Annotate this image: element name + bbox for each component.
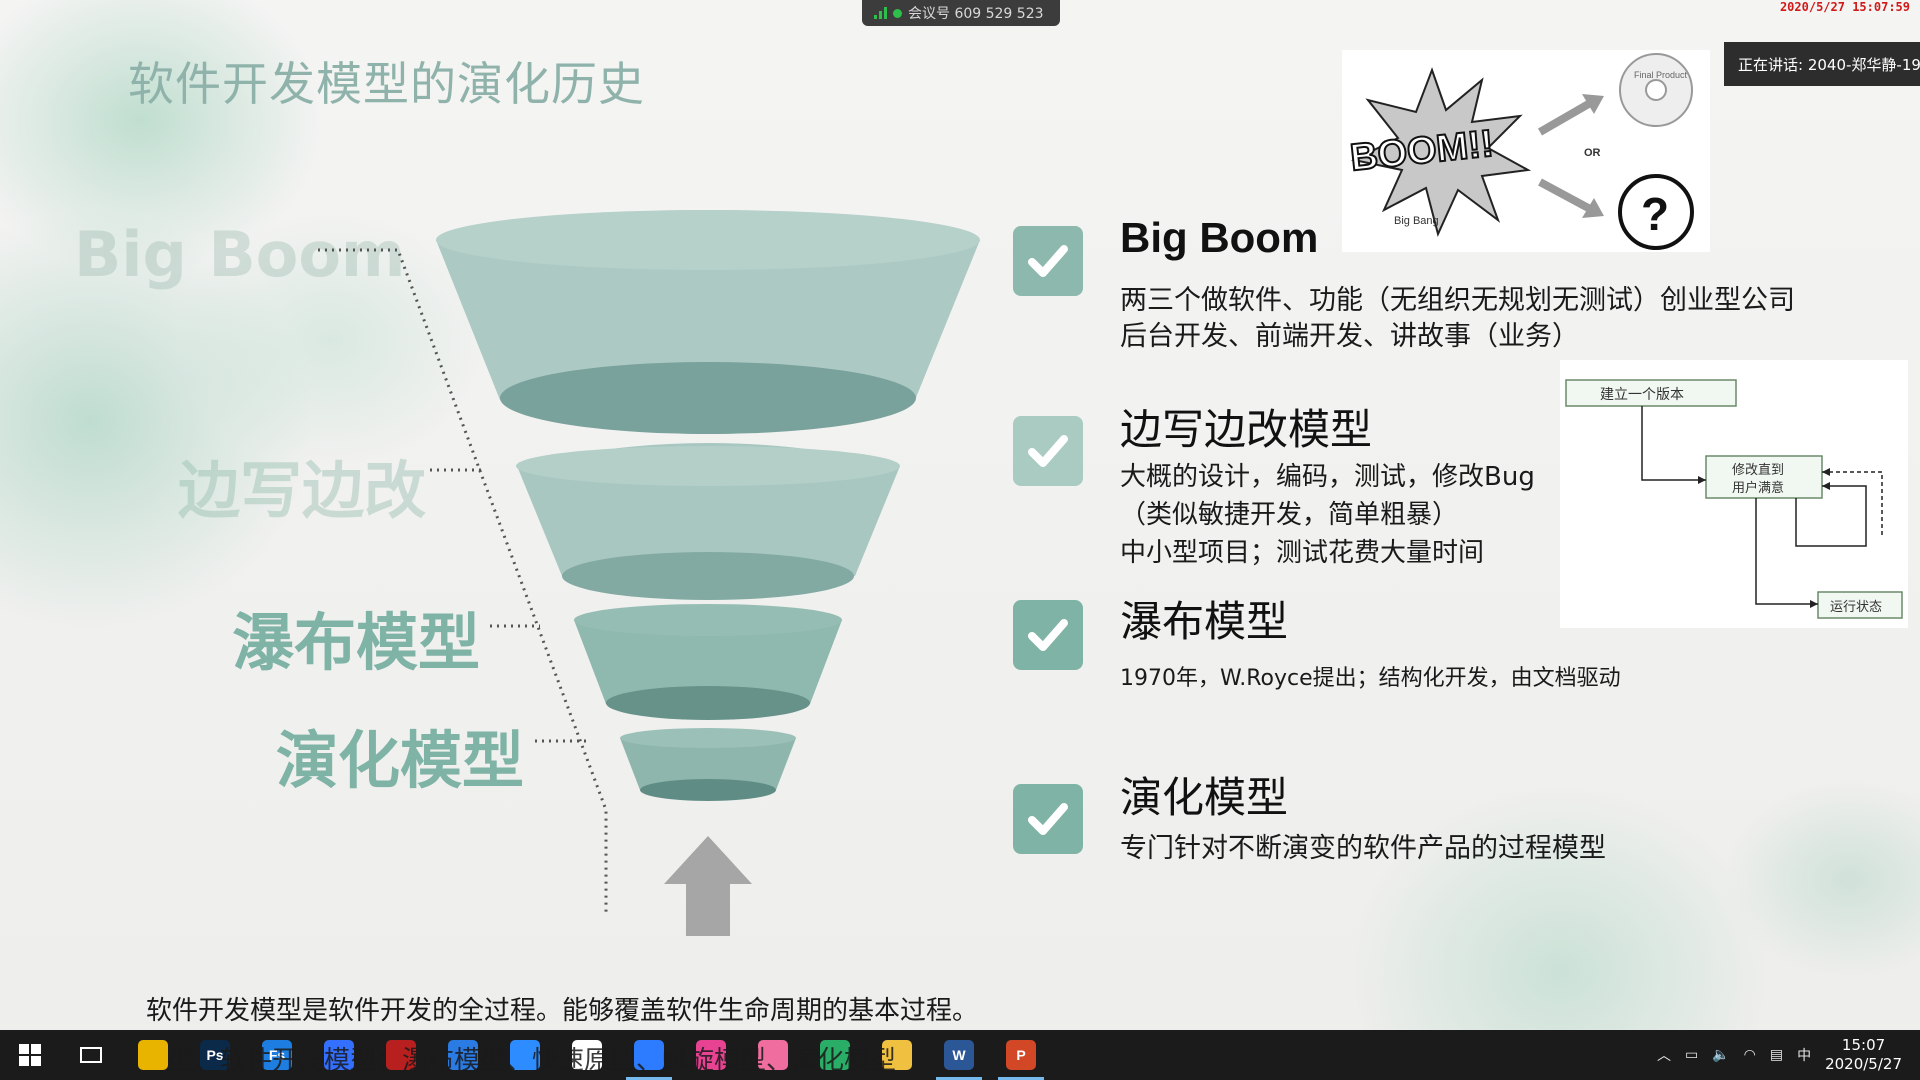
powerpoint-app-button[interactable]: P: [990, 1030, 1052, 1080]
check-icon: [1013, 416, 1083, 486]
clock-date: 2020/5/27: [1825, 1055, 1902, 1073]
item-text: 1970年，W.Royce提出；结构化开发，由文档驱动: [1120, 666, 1621, 691]
chevron-up-icon[interactable]: ︿: [1657, 1045, 1671, 1065]
speaking-indicator: 正在讲话: 2040-郑华静-19: [1724, 42, 1920, 86]
funnel-tier-4: [620, 728, 796, 801]
item-text: 两三个做软件、功能（无组织无规划无测试）创业型公司: [1120, 285, 1795, 316]
word-app-icon: W: [944, 1040, 974, 1070]
check-icon: [1013, 600, 1083, 670]
up-arrow-icon: [664, 836, 752, 936]
item-text: 专门针对不断演变的软件产品的过程模型: [1120, 833, 1606, 864]
check-icon: [1013, 784, 1083, 854]
footer-note: 软件开发模型是软件开发的全过程。能够覆盖软件生命周期的基本过程。: [146, 996, 979, 1026]
battery-icon[interactable]: ▭: [1685, 1047, 1698, 1063]
signal-icon: [874, 7, 887, 19]
funnel-tier-3: [574, 604, 842, 720]
word-app-button[interactable]: W: [928, 1030, 990, 1080]
flow-box-build-label: 建立一个版本: [1600, 387, 1684, 403]
funnel-tier-1: [436, 210, 980, 434]
item-heading-code-and-fix: 边写边改模型: [1120, 405, 1373, 454]
task-view-button[interactable]: [60, 1030, 122, 1080]
status-dot-icon: [893, 8, 902, 18]
flow-box-running-label: 运行状态: [1830, 600, 1882, 615]
task-view-icon: [80, 1047, 102, 1063]
volume-icon[interactable]: 🔈: [1712, 1047, 1729, 1063]
wifi-icon[interactable]: ◠: [1744, 1047, 1756, 1063]
system-tray: ︿ ▭ 🔈 ◠ ▤ 中 15:07 2020/5/27: [1657, 1030, 1920, 1080]
powerpoint-app-icon: P: [1006, 1040, 1036, 1070]
meeting-id-label: 会议号 609 529 523: [908, 6, 1044, 22]
chrome-app-icon: [138, 1040, 168, 1070]
item-heading-evolutionary: 演化模型: [1120, 773, 1289, 822]
item-text: 中小型项目；测试花费大量时间: [1120, 538, 1485, 568]
start-button[interactable]: [0, 1030, 60, 1080]
ime-indicator[interactable]: 中: [1797, 1045, 1811, 1065]
item-heading-waterfall: 瀑布模型: [1120, 597, 1289, 646]
arrow-icon: [1538, 178, 1594, 214]
recording-timestamp: 2020/5/27 15:07:59: [1779, 0, 1910, 14]
final-product-text: Final Product: [1634, 70, 1688, 80]
flow-box-modify-line2: 用户满意: [1732, 480, 1784, 496]
subtitle-overlay: 型、软件开发模型：瀑布模型、快速原型、螺旋模型、演化模型: [168, 1046, 897, 1076]
big-bang-caption: Big Bang: [1394, 215, 1439, 227]
funnel-tier-2: [516, 443, 900, 600]
item-text: 后台开发、前端开发、讲故事（业务）: [1120, 321, 1579, 352]
presentation-slide: 软件开发模型的演化历史 Big Boom 边写边改 瀑布模型 演化模型 Big …: [0, 0, 1920, 1030]
taskbar-clock[interactable]: 15:07 2020/5/27: [1825, 1036, 1902, 1074]
arrow-icon: [1538, 98, 1594, 136]
big-bang-illustration: BOOM!! Big Bang OR Final Product ?: [1342, 50, 1710, 252]
item-heading-big-boom: Big Boom: [1120, 214, 1319, 261]
item-text: 大概的设计，编码，测试，修改Bug: [1120, 462, 1535, 492]
item-text: （类似敏捷开发，简单粗暴）: [1120, 500, 1459, 530]
code-and-fix-flow-diagram: 建立一个版本 修改直到 用户满意 运行状态: [1560, 360, 1908, 628]
or-text: OR: [1584, 147, 1601, 159]
clock-time: 15:07: [1841, 1036, 1886, 1054]
check-icon: [1013, 226, 1083, 296]
meeting-id-chip[interactable]: 会议号 609 529 523: [862, 0, 1060, 26]
funnel-diagram: [318, 210, 980, 936]
flow-box-modify-line1: 修改直到: [1732, 463, 1784, 478]
windows-logo-icon: [19, 1044, 41, 1066]
notification-icon[interactable]: ▤: [1770, 1047, 1783, 1063]
svg-text:?: ?: [1641, 188, 1669, 240]
